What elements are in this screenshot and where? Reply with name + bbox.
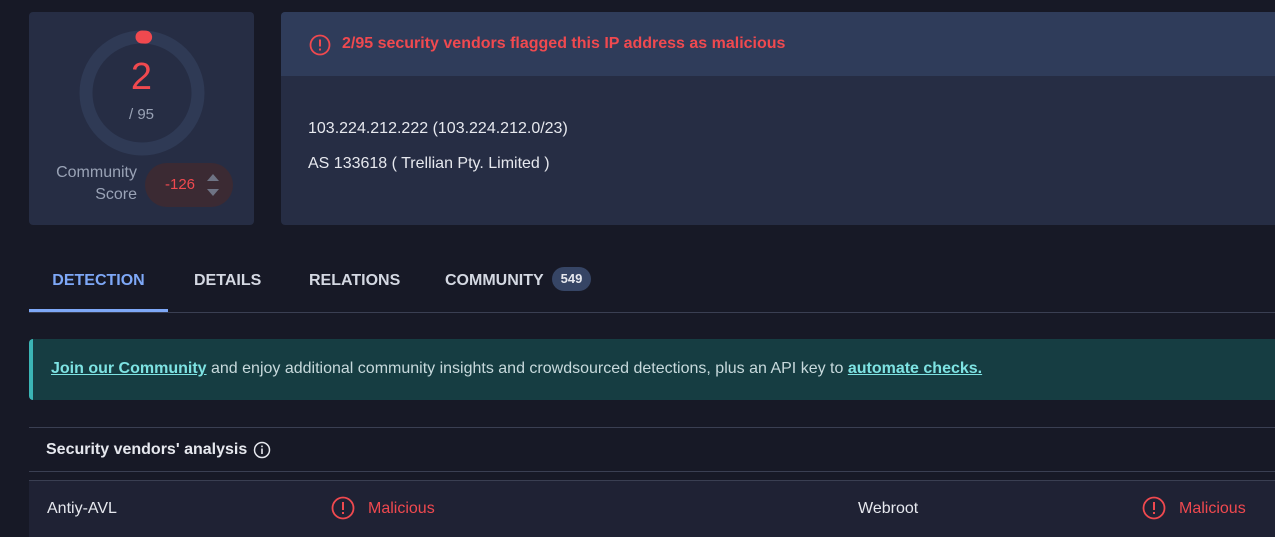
vendor-verdict: Malicious: [1179, 500, 1246, 517]
ip-address: 103.224.212.222 (103.224.212.0/23): [308, 120, 568, 137]
vote-down-icon[interactable]: [207, 189, 219, 196]
malicious-icon: [331, 496, 355, 520]
community-count-badge: 549: [551, 267, 592, 291]
community-score-label: Community Score: [56, 164, 137, 203]
detection-total: / 95: [128, 106, 155, 123]
vendors-title: Security vendors' analysis: [46, 441, 248, 458]
banner-text: Join our Community and enjoy additional …: [51, 360, 983, 377]
community-banner: Join our Community and enjoy additional …: [29, 339, 1275, 400]
malicious-icon: [1142, 496, 1166, 520]
vendors-header: Security vendors' analysis: [29, 427, 1275, 472]
vendor-name: Webroot: [858, 500, 919, 517]
as-owner: AS 133618 ( Trellian Pty. Limited ): [308, 155, 550, 172]
ip-info-card: 2/95 security vendors flagged this IP ad…: [281, 12, 1275, 225]
community-score-pill: -126: [145, 163, 233, 207]
alert-text: 2/95 security vendors flagged this IP ad…: [342, 35, 786, 52]
info-icon[interactable]: [253, 441, 271, 459]
detection-count: 2: [130, 56, 153, 98]
tab-bar: DETECTION DETAILS RELATIONS COMMUNITY 549: [29, 256, 1275, 313]
tab-detection[interactable]: DETECTION: [29, 256, 168, 312]
join-community-link[interactable]: Join our Community: [51, 360, 207, 377]
automate-checks-link[interactable]: automate checks.: [848, 360, 982, 377]
tab-community[interactable]: COMMUNITY 549: [445, 256, 592, 312]
tab-details[interactable]: DETAILS: [194, 256, 261, 312]
malicious-alert-bar: 2/95 security vendors flagged this IP ad…: [281, 12, 1275, 76]
vendor-name: Antiy-AVL: [47, 500, 117, 517]
vendor-verdict: Malicious: [368, 500, 435, 517]
vendor-row: Antiy-AVL Malicious Webroot Malicious: [29, 480, 1275, 537]
community-score-value: -126: [164, 176, 196, 193]
tab-relations[interactable]: RELATIONS: [309, 256, 400, 312]
vote-up-icon[interactable]: [207, 174, 219, 181]
alert-circle-icon: [309, 34, 331, 56]
detection-score-card: 2 / 95 Community Score -126: [29, 12, 254, 225]
